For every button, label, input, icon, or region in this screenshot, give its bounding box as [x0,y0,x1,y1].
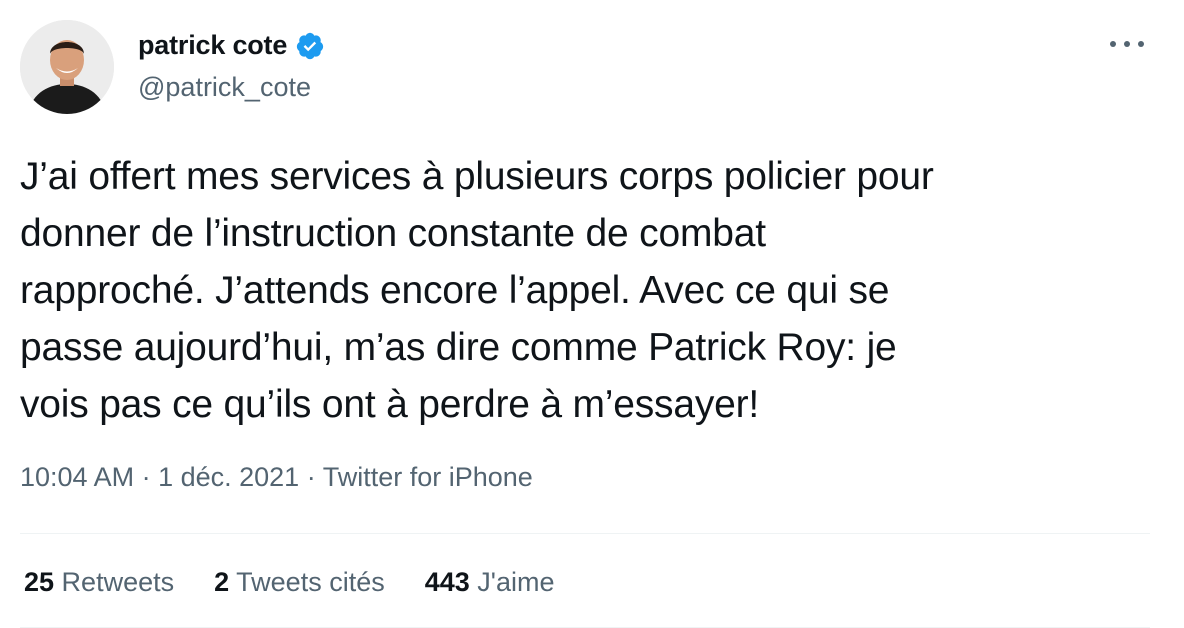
tweet-text: J’ai offert mes services à plusieurs cor… [20,155,934,426]
meta-separator: · [299,462,323,492]
quotes-label: Tweets cités [229,567,385,597]
meta-separator: · [134,462,159,492]
avatar-photo-icon [20,20,114,114]
quotes-stat[interactable]: 2 Tweets cités [214,567,385,598]
retweets-stat[interactable]: 25 Retweets [24,567,174,598]
divider [20,533,1150,534]
more-dot [1110,41,1116,47]
tweet-stats: 25 Retweets 2 Tweets cités 443 J'aime [24,567,594,598]
likes-label: J'aime [469,567,555,597]
author-handle[interactable]: @patrick_cote [138,72,311,103]
retweets-count: 25 [24,567,55,597]
more-options-icon[interactable] [1110,32,1144,56]
tweet-source[interactable]: Twitter for iPhone [323,462,533,492]
verified-badge-icon [295,31,325,61]
more-dot [1124,41,1130,47]
author-name[interactable]: patrick cote [138,30,287,61]
tweet-meta: 10:04 AM · 1 déc. 2021 · Twitter for iPh… [20,462,533,493]
quotes-count: 2 [214,567,230,597]
tweet-date[interactable]: 1 déc. 2021 [158,462,299,492]
tweet-time[interactable]: 10:04 AM [20,462,134,492]
more-dot [1138,41,1144,47]
likes-stat[interactable]: 443 J'aime [425,567,555,598]
author-avatar[interactable] [20,20,114,114]
likes-count: 443 [424,567,470,597]
author-name-row: patrick cote [138,30,325,61]
tweet-card: patrick cote @patrick_cote J’ai offert m… [0,0,1184,628]
retweets-label: Retweets [54,567,175,597]
